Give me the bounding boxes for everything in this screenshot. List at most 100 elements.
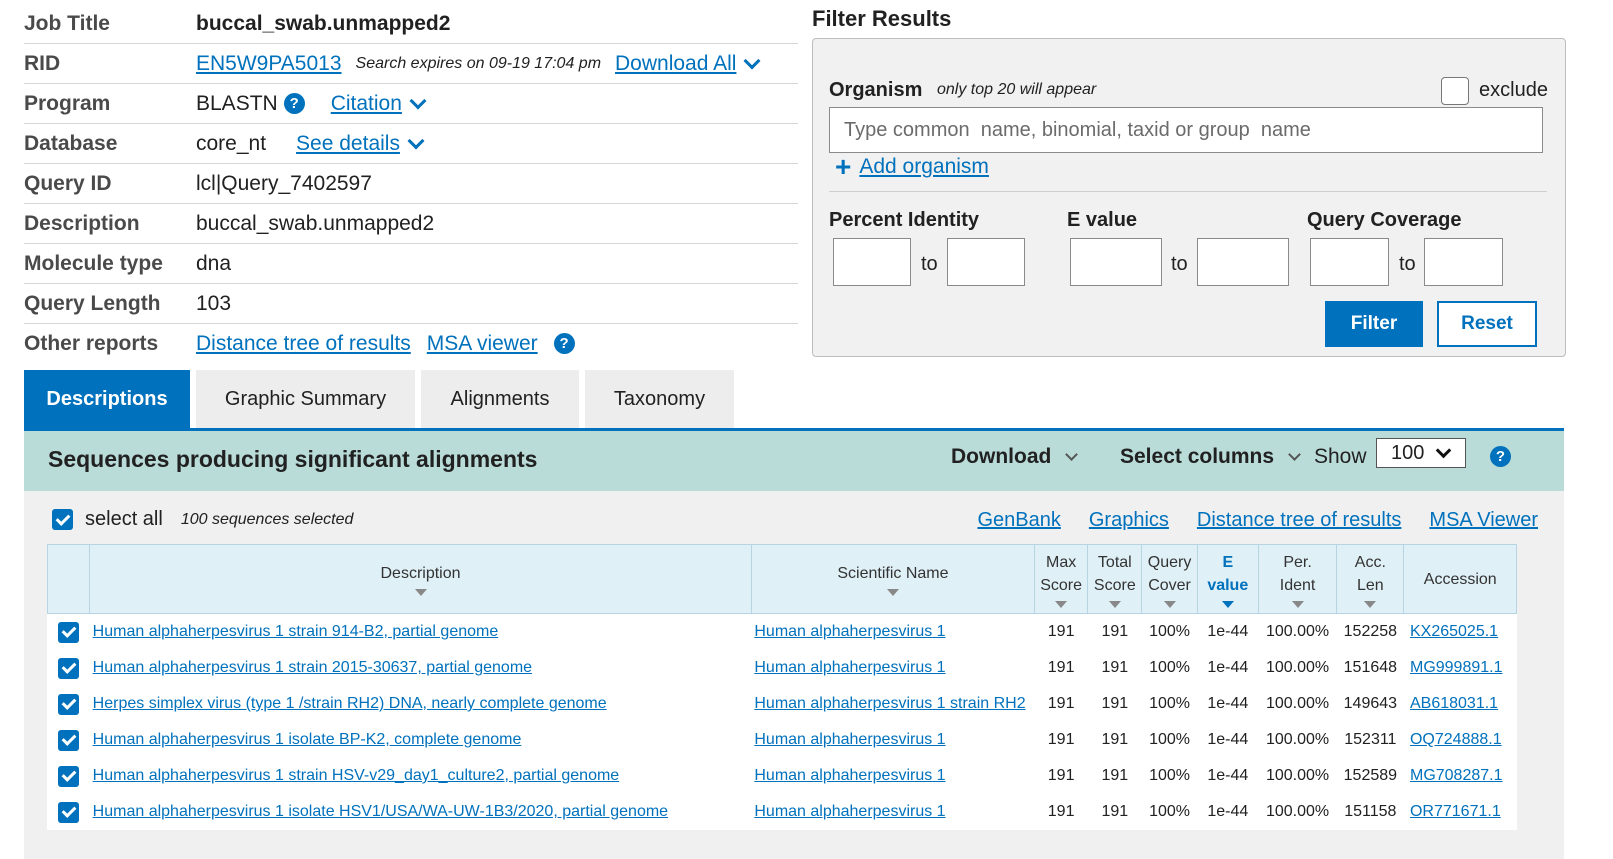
percent-identity-max-input[interactable]: [947, 238, 1025, 286]
scientific-name-link[interactable]: Human alphaherpesvirus 1: [754, 731, 945, 748]
description-cell: Human alphaherpesvirus 1 isolate BP-K2, …: [90, 722, 752, 758]
description-link[interactable]: Human alphaherpesvirus 1 strain 914-B2, …: [93, 623, 499, 640]
help-icon[interactable]: ?: [553, 333, 575, 354]
description-link[interactable]: Herpes simplex virus (type 1 /strain RH2…: [93, 695, 607, 712]
e-value-min-input[interactable]: [1070, 238, 1162, 286]
row-checkbox[interactable]: [58, 765, 80, 787]
sort-icon[interactable]: [1364, 600, 1377, 608]
query-cover-column-header[interactable]: Query Cover: [1141, 544, 1198, 614]
select-all-checkbox[interactable]: [52, 509, 73, 530]
reset-button[interactable]: Reset: [1437, 301, 1537, 347]
description-link[interactable]: Human alphaherpesvirus 1 strain 2015-306…: [93, 659, 532, 676]
scientific-name-column-header[interactable]: Scientific Name: [750, 544, 1036, 614]
download-label[interactable]: Download: [951, 445, 1051, 469]
filter-button[interactable]: Filter: [1325, 301, 1423, 347]
percent-identity-min-input[interactable]: [833, 238, 911, 286]
sort-icon[interactable]: [1221, 600, 1234, 608]
help-icon[interactable]: ?: [1490, 446, 1511, 467]
scientific-name-cell: Human alphaherpesvirus 1: [751, 722, 1034, 758]
e-value-max-input[interactable]: [1197, 238, 1289, 286]
add-organism[interactable]: + Add organism: [835, 153, 989, 181]
e-value-cell: 1e-44: [1197, 758, 1258, 794]
sort-icon[interactable]: [1055, 600, 1068, 608]
help-icon[interactable]: ?: [283, 93, 305, 114]
query-coverage-max-input[interactable]: [1424, 238, 1503, 286]
distance-tree-link[interactable]: Distance tree of results: [1197, 509, 1402, 532]
per-ident-cell: 100.00%: [1265, 623, 1330, 640]
sort-icon[interactable]: [1291, 600, 1304, 608]
plus-icon[interactable]: +: [835, 153, 851, 181]
chevron-down-icon[interactable]: [409, 92, 427, 109]
scientific-name-link[interactable]: Human alphaherpesvirus 1: [754, 659, 945, 676]
download-all-link[interactable]: Download All: [615, 52, 736, 76]
per-ident-cell: 100.00%: [1258, 650, 1336, 686]
tab-alignments[interactable]: Alignments: [421, 370, 579, 428]
rid-link[interactable]: EN5W9PA5013: [196, 52, 342, 76]
description-link[interactable]: Human alphaherpesvirus 1 isolate BP-K2, …: [93, 731, 522, 748]
accession-link[interactable]: MG708287.1: [1410, 767, 1503, 784]
query-length-value: 103: [196, 291, 232, 315]
sort-icon[interactable]: [414, 589, 427, 596]
exclude-checkbox[interactable]: [1441, 77, 1469, 105]
rid-expires: Search expires on 09-19 17:04 pm: [355, 54, 602, 72]
tab-taxonomy[interactable]: Taxonomy: [585, 370, 734, 428]
selected-count: 100 sequences selected: [180, 510, 354, 528]
row-checkbox[interactable]: [58, 693, 80, 715]
scientific-name-link[interactable]: Human alphaherpesvirus 1: [754, 767, 945, 784]
chevron-down-icon[interactable]: [1288, 447, 1301, 461]
sort-icon[interactable]: [1108, 600, 1121, 608]
row-checkbox[interactable]: [58, 657, 80, 679]
tab-graphic-summary[interactable]: Graphic Summary: [196, 370, 415, 428]
chevron-down-icon[interactable]: [743, 52, 761, 69]
graphics-link[interactable]: Graphics: [1089, 509, 1169, 532]
see-details-link[interactable]: See details: [296, 132, 400, 156]
accession-link[interactable]: OR771671.1: [1410, 803, 1501, 820]
citation-link[interactable]: Citation: [331, 92, 402, 116]
sort-icon[interactable]: [1163, 600, 1176, 608]
distance-tree-link[interactable]: Distance tree of results: [196, 332, 411, 356]
sort-icon[interactable]: [886, 589, 899, 596]
accession-link[interactable]: AB618031.1: [1410, 695, 1498, 712]
total-score-cell: 191: [1088, 686, 1142, 722]
show-count-select[interactable]: 100: [1376, 438, 1466, 468]
max-score-column-header[interactable]: Max Score: [1034, 544, 1089, 614]
row-checkbox[interactable]: [58, 801, 80, 823]
total-score-cell: 191: [1088, 614, 1142, 651]
per-ident-cell: 100.00%: [1258, 794, 1336, 830]
row-checkbox[interactable]: [58, 729, 80, 751]
molecule-label: Molecule type: [24, 251, 163, 275]
scientific-name-link[interactable]: Human alphaherpesvirus 1 strain RH2: [754, 695, 1025, 712]
scientific-name-link[interactable]: Human alphaherpesvirus 1: [754, 803, 945, 820]
chevron-down-icon[interactable]: [407, 132, 425, 149]
msa-viewer-link[interactable]: MSA Viewer: [1429, 509, 1538, 532]
description-link[interactable]: Human alphaherpesvirus 1 strain HSV-v29_…: [93, 767, 620, 784]
total-score-column-header[interactable]: Total Score: [1087, 544, 1143, 614]
description-link[interactable]: Human alphaherpesvirus 1 isolate HSV1/US…: [93, 803, 668, 820]
description-cell: Human alphaherpesvirus 1 strain HSV-v29_…: [90, 758, 752, 794]
acc-len-column-header[interactable]: Acc. Len: [1336, 544, 1405, 614]
select-all[interactable]: select all 100 sequences selected: [52, 508, 353, 531]
genbank-link[interactable]: GenBank: [977, 509, 1060, 532]
accession-link[interactable]: KX265025.1: [1410, 623, 1498, 640]
description-cell: Human alphaherpesvirus 1 strain 2015-306…: [90, 650, 752, 686]
accession-link[interactable]: OQ724888.1: [1410, 731, 1502, 748]
accession-cell: KX265025.1: [1404, 614, 1517, 651]
accession-link[interactable]: MG999891.1: [1410, 659, 1503, 676]
msa-viewer-link[interactable]: MSA viewer: [427, 332, 538, 356]
select-columns-label[interactable]: Select columns: [1120, 445, 1274, 469]
job-title-value: buccal_swab.unmapped2: [196, 11, 451, 35]
chevron-down-icon[interactable]: [1065, 447, 1079, 461]
tab-descriptions[interactable]: Descriptions: [24, 370, 190, 428]
select-columns-menu[interactable]: Select columns: [1120, 445, 1301, 469]
e-value-column-header[interactable]: Evalue: [1196, 544, 1259, 614]
acc-len-cell: 151648: [1343, 659, 1398, 676]
query-coverage-min-input[interactable]: [1310, 238, 1389, 286]
scientific-name-link[interactable]: Human alphaherpesvirus 1: [754, 623, 945, 640]
organism-input[interactable]: [829, 107, 1543, 153]
row-checkbox[interactable]: [58, 621, 80, 643]
description-column-header[interactable]: Description: [89, 544, 752, 614]
per-ident-column-header[interactable]: Per. Ident: [1257, 544, 1338, 614]
add-organism-link[interactable]: Add organism: [859, 155, 989, 179]
download-menu[interactable]: Download: [951, 445, 1079, 469]
acc-len-cell: 152311: [1344, 731, 1397, 748]
